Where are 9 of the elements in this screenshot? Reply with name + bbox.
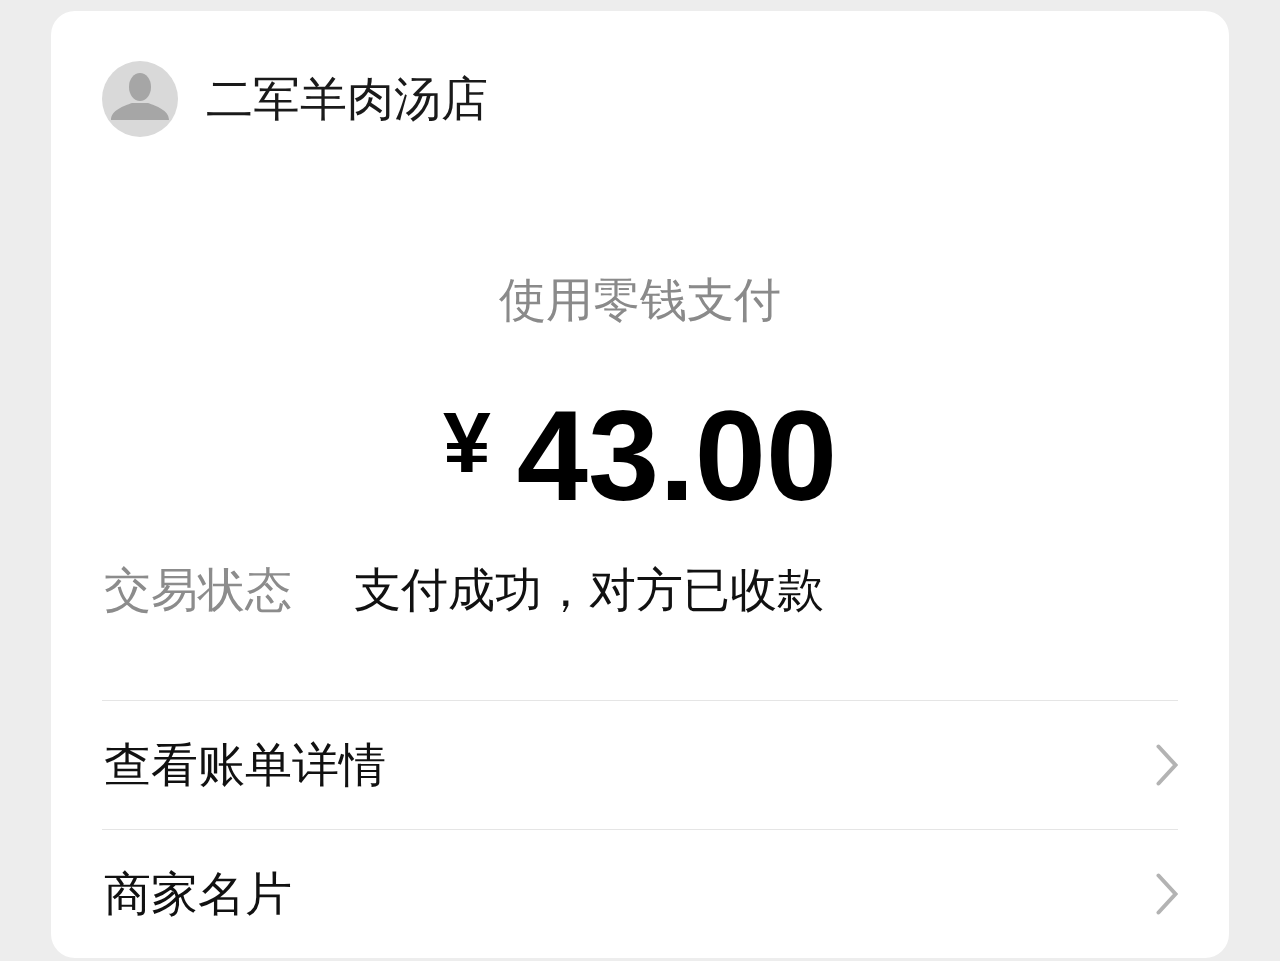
amount: 43.00 bbox=[516, 392, 838, 520]
status-label: 交易状态 bbox=[103, 562, 293, 618]
merchant-name: 二军羊肉汤店 bbox=[206, 71, 488, 127]
avatar-icon bbox=[102, 61, 178, 137]
chevron-right-icon bbox=[1156, 873, 1178, 915]
status-value: 支付成功，对方已收款 bbox=[354, 562, 824, 618]
chevron-right-icon bbox=[1156, 744, 1178, 786]
payment-method: 使用零钱支付 bbox=[499, 272, 781, 328]
currency-symbol: ¥ bbox=[442, 399, 491, 485]
